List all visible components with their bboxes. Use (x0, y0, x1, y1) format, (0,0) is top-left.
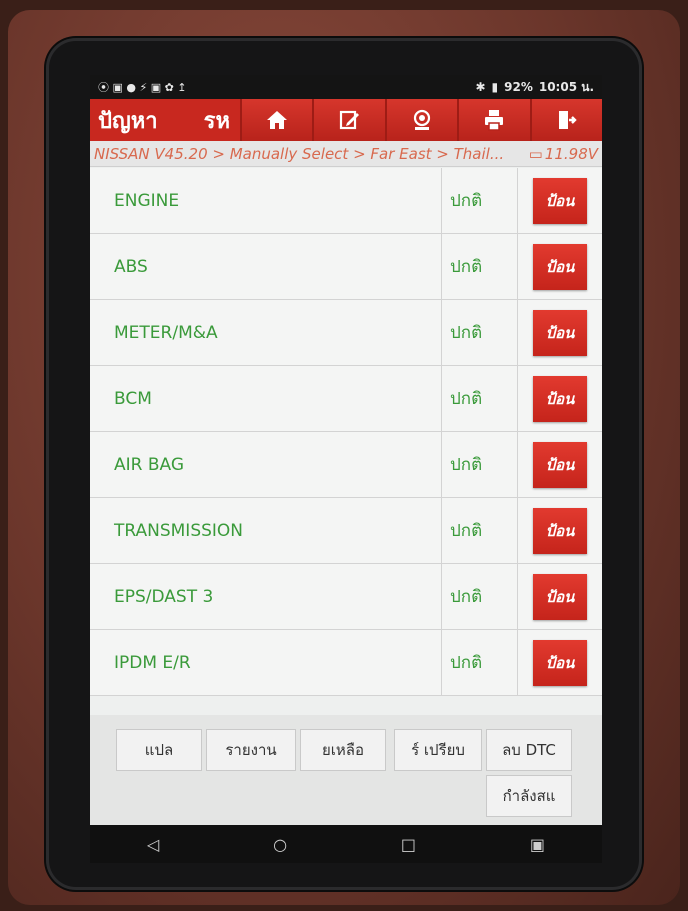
system-name: BCM (90, 366, 442, 431)
report-button[interactable]: รายงาน (206, 729, 296, 771)
webcam-icon (413, 109, 431, 130)
print-icon (485, 110, 504, 131)
system-status: ปกติ (442, 168, 518, 233)
exit-icon (558, 111, 577, 129)
home-nav-icon[interactable]: ○ (273, 835, 287, 854)
system-name: ENGINE (90, 168, 442, 233)
system-status: ปกติ (442, 498, 518, 563)
breadcrumb-path: NISSAN V45.20 > Manually Select > Far Ea… (94, 144, 505, 163)
help-button[interactable]: ยเหลือ (300, 729, 386, 771)
toolbar-title: ปัญหา (98, 108, 158, 134)
voltage-value: 11.98V (544, 144, 598, 163)
recents-icon[interactable]: □ (401, 835, 416, 854)
system-row: ABS ปกติ ป้อน (90, 234, 602, 300)
enter-button[interactable]: ป้อน (533, 243, 587, 290)
enter-button[interactable]: ป้อน (533, 573, 587, 620)
system-row: ENGINE ปกติ ป้อน (90, 168, 602, 234)
system-name: EPS/DAST 3 (90, 564, 442, 629)
car-battery-icon: ▭ (528, 144, 543, 163)
status-right: ✱ ▮ 92% 10:05 น. (475, 78, 594, 97)
screenshot-icon[interactable]: ▣ (530, 835, 545, 854)
home-button[interactable] (240, 99, 313, 141)
clock: 10:05 น. (538, 79, 594, 94)
webcam-button[interactable] (384, 99, 458, 141)
status-icons: ⦿ ▣ ● ⚡ ▣ ✿ ↥ (98, 81, 187, 94)
system-status: ปกติ (442, 564, 518, 629)
system-row: METER/M&A ปกติ ป้อน (90, 300, 602, 366)
translate-button[interactable]: แปล (116, 729, 202, 771)
toolbar-subtitle: รห (203, 108, 230, 134)
back-icon[interactable]: ◁ (147, 835, 159, 854)
battery-icon: ▮ (491, 80, 499, 94)
system-row: IPDM E/R ปกติ ป้อน (90, 630, 602, 696)
top-toolbar: ปัญหา รห (90, 99, 602, 141)
exit-button[interactable] (529, 99, 602, 141)
system-status: ปกติ (442, 366, 518, 431)
edit-button[interactable] (312, 99, 385, 141)
bluetooth-icon: ✱ (475, 80, 486, 94)
system-status: ปกติ (442, 630, 518, 695)
tablet-screen: ⦿ ▣ ● ⚡ ▣ ✿ ↥ ✱ ▮ 92% 10:05 น. ปัญหา รห (90, 75, 602, 863)
system-row: AIR BAG ปกติ ป้อน (90, 432, 602, 498)
system-row: TRANSMISSION ปกติ ป้อน (90, 498, 602, 564)
system-status: ปกติ (442, 432, 518, 497)
clear-dtc-button[interactable]: ลบ DTC (486, 729, 572, 771)
system-row: EPS/DAST 3 ปกติ ป้อน (90, 564, 602, 630)
breadcrumb: NISSAN V45.20 > Manually Select > Far Ea… (90, 141, 602, 167)
enter-button[interactable]: ป้อน (533, 639, 587, 686)
enter-button[interactable]: ป้อน (533, 507, 587, 554)
working-status-button[interactable]: กำลังสแ (486, 775, 572, 817)
status-bar: ⦿ ▣ ● ⚡ ▣ ✿ ↥ ✱ ▮ 92% 10:05 น. (90, 75, 602, 99)
print-button[interactable] (457, 99, 530, 141)
system-name: METER/M&A (90, 300, 442, 365)
android-nav-bar: ◁ ○ □ ▣ (90, 825, 602, 863)
system-name: AIR BAG (90, 432, 442, 497)
enter-button[interactable]: ป้อน (533, 309, 587, 356)
enter-button[interactable]: ป้อน (533, 177, 587, 224)
enter-button[interactable]: ป้อน (533, 375, 587, 422)
battery-voltage: ▭ 11.98V (529, 145, 598, 163)
bottom-action-bar: แปล รายงาน ยเหลือ ร์ เปรียบ ลบ DTC กำลัง… (90, 715, 602, 825)
system-name: ABS (90, 234, 442, 299)
home-icon (267, 111, 288, 129)
compare-button[interactable]: ร์ เปรียบ (394, 729, 482, 771)
system-status: ปกติ (442, 234, 518, 299)
system-name: TRANSMISSION (90, 498, 442, 563)
edit-icon (339, 110, 359, 130)
system-row: BCM ปกติ ป้อน (90, 366, 602, 432)
battery-level: 92% (504, 80, 533, 94)
system-name: IPDM E/R (90, 630, 442, 695)
enter-button[interactable]: ป้อน (533, 441, 587, 488)
system-list: ENGINE ปกติ ป้อน ABS ปกติ ป้อน METER/M&A… (90, 168, 602, 696)
system-status: ปกติ (442, 300, 518, 365)
